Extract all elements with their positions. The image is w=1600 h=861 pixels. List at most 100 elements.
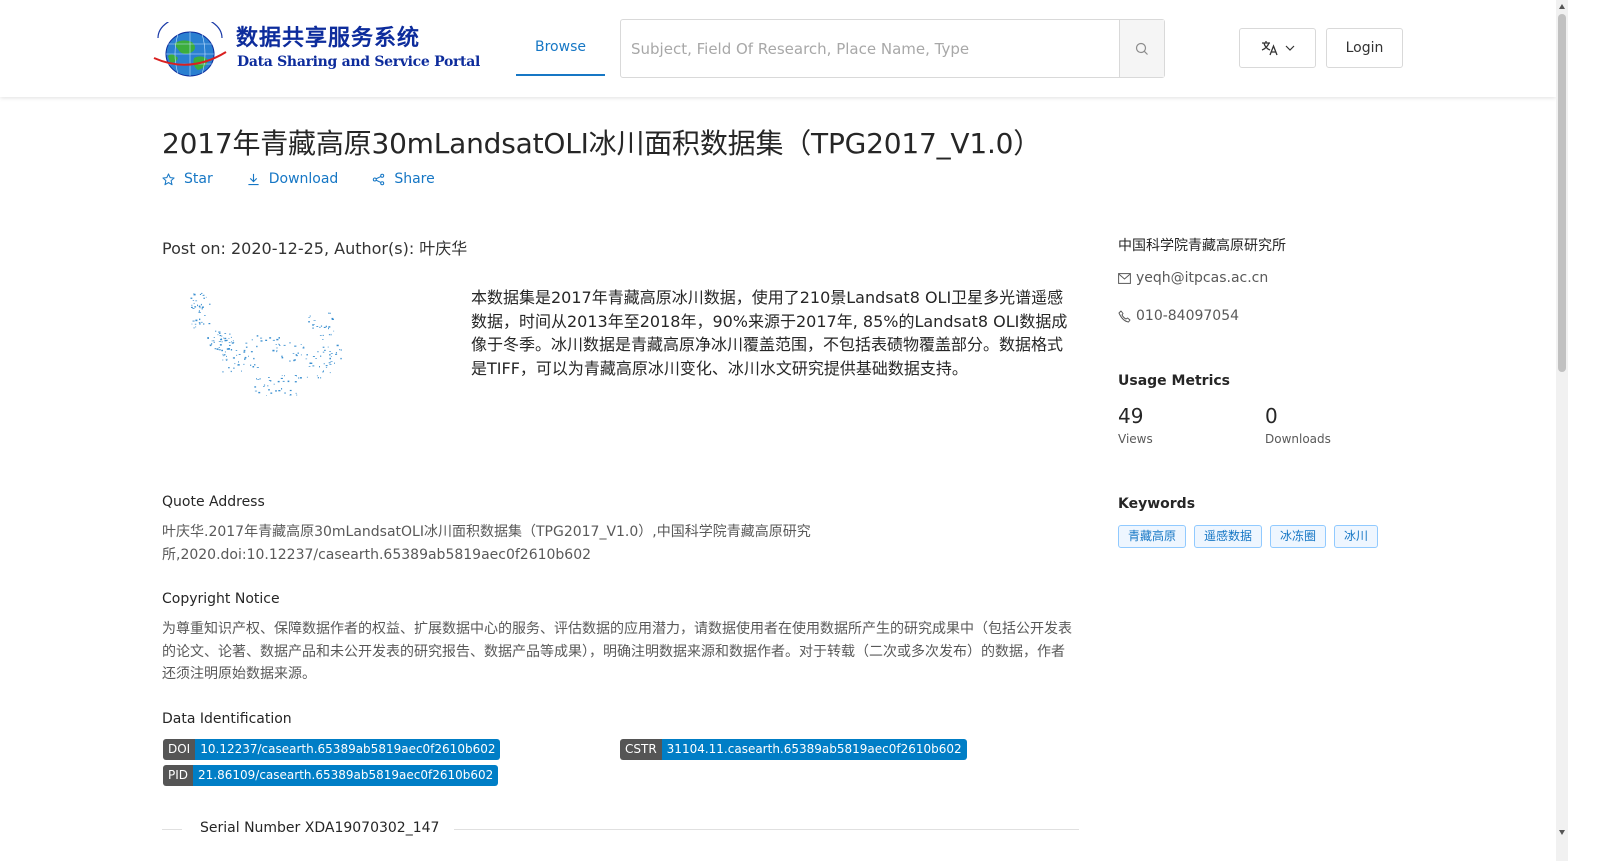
glacier-dot: [225, 358, 228, 360]
glacier-dot: [197, 304, 198, 307]
glacier-dot: [309, 315, 311, 317]
glacier-dot: [192, 308, 195, 309]
contact-phone[interactable]: 010-84097054: [1118, 308, 1239, 324]
search-button[interactable]: [1119, 20, 1164, 77]
glacier-dot: [306, 376, 308, 378]
glacier-dot: [208, 323, 211, 325]
glacier-dot: [335, 353, 338, 355]
mail-icon: [1118, 272, 1131, 284]
glacier-dot: [294, 345, 297, 347]
glacier-dot: [258, 391, 261, 394]
glacier-dot: [275, 344, 277, 345]
scroll-down-arrow-icon[interactable]: [1559, 830, 1565, 835]
dataset-title: 2017年青藏高原30mLandsatOLI冰川面积数据集（TPG2017_V1…: [162, 127, 1042, 160]
glacier-dot: [273, 383, 275, 385]
glacier-dot: [245, 342, 248, 344]
glacier-dot: [340, 357, 342, 360]
glacier-dot: [329, 351, 331, 352]
glacier-dot: [308, 366, 311, 367]
glacier-dot: [231, 341, 232, 343]
search-icon: [1135, 42, 1148, 55]
glacier-dot: [199, 323, 201, 325]
login-button[interactable]: Login: [1326, 28, 1403, 68]
glacier-dot: [294, 375, 296, 376]
glacier-dot: [322, 346, 325, 348]
page-scrollbar[interactable]: [1556, 0, 1568, 861]
scroll-thumb[interactable]: [1558, 14, 1566, 372]
glacier-dot: [283, 344, 286, 346]
glacier-dot: [215, 330, 217, 332]
post-date-author: Post on: 2020-12-25, Author(s): 叶庆华: [162, 239, 468, 258]
glacier-dot: [292, 353, 295, 354]
glacier-dot: [238, 361, 239, 363]
translate-icon: [1261, 41, 1278, 56]
glacier-dot: [268, 380, 270, 381]
glacier-dot: [222, 359, 224, 361]
share-button[interactable]: Share: [372, 171, 435, 187]
glacier-dot: [220, 338, 223, 341]
keyword-tag[interactable]: 青藏高原: [1118, 525, 1187, 548]
scroll-up-arrow-icon[interactable]: [1559, 4, 1565, 9]
glacier-dot: [328, 362, 331, 364]
serial-number-text: Serial Number XDA19070302_147: [200, 820, 440, 836]
glacier-dot: [340, 349, 342, 351]
site-logo[interactable]: 数据共享服务系统 Data Sharing and Service Portal: [152, 18, 480, 80]
glacier-dot: [330, 361, 333, 362]
glacier-dot: [298, 377, 300, 379]
keyword-tags: 青藏高原 遥感数据 冰冻圈 冰川: [1118, 525, 1379, 548]
glacier-dot: [246, 347, 248, 348]
keyword-tag[interactable]: 遥感数据: [1194, 525, 1263, 548]
cstr-badge[interactable]: CSTR 31104.11.casearth.65389ab5819aec0f2…: [620, 739, 967, 760]
glacier-dot: [232, 357, 235, 359]
glacier-dot: [282, 380, 285, 382]
glacier-dot: [256, 335, 259, 337]
glacier-dot: [254, 364, 256, 366]
glacier-dot: [224, 340, 227, 342]
glacier-dot: [198, 311, 201, 313]
keyword-tag[interactable]: 冰冻圈: [1270, 525, 1327, 548]
download-button[interactable]: Download: [247, 171, 338, 187]
doi-badge[interactable]: DOI 10.12237/casearth.65389ab5819aec0f26…: [163, 739, 501, 760]
glacier-dot: [243, 351, 246, 353]
nav-browse-tab[interactable]: Browse: [516, 18, 605, 76]
contact-email[interactable]: yeqh@itpcas.ac.cn: [1118, 270, 1268, 286]
glacier-dot: [316, 375, 318, 377]
glacier-dot: [224, 337, 227, 340]
glacier-dot: [218, 341, 221, 342]
glacier-dot: [269, 337, 272, 339]
serial-number-divider: Serial Number XDA19070302_147: [162, 820, 1079, 840]
glacier-dot: [195, 319, 198, 322]
glacier-dot: [325, 325, 327, 328]
glacier-dot: [256, 345, 258, 348]
cstr-badge-value: 31104.11.casearth.65389ab5819aec0f2610b6…: [661, 739, 967, 760]
glacier-dot: [263, 384, 265, 386]
search-input[interactable]: [621, 20, 1120, 77]
glacier-dot: [256, 378, 257, 380]
glacier-dot: [224, 333, 227, 334]
pid-badge[interactable]: PID 21.86109/casearth.65389ab5819aec0f26…: [163, 765, 499, 786]
download-icon: [248, 173, 259, 185]
glacier-dot: [281, 357, 284, 359]
glacier-dot: [312, 327, 314, 329]
glacier-dot: [333, 330, 335, 332]
glacier-dot: [313, 324, 315, 325]
glacier-dot: [317, 351, 319, 353]
glacier-dot: [306, 354, 308, 356]
organization-name: 中国科学院青藏高原研究所: [1118, 238, 1286, 254]
language-switch-button[interactable]: [1239, 28, 1316, 68]
glacier-dot: [280, 377, 283, 379]
glacier-dot: [281, 388, 283, 390]
glacier-dot: [325, 366, 328, 368]
glacier-dot: [205, 296, 207, 298]
glacier-dot: [330, 353, 333, 354]
phone-icon: [1118, 310, 1131, 322]
glacier-dot: [238, 354, 241, 355]
glacier-dot: [309, 362, 311, 364]
glacier-dot: [244, 357, 247, 359]
glacier-dot: [191, 306, 193, 308]
star-button[interactable]: Star: [162, 171, 213, 187]
keyword-tag[interactable]: 冰川: [1334, 525, 1379, 548]
glacier-dot: [200, 303, 202, 306]
glacier-dot: [228, 338, 230, 339]
glacier-dot: [201, 307, 203, 310]
